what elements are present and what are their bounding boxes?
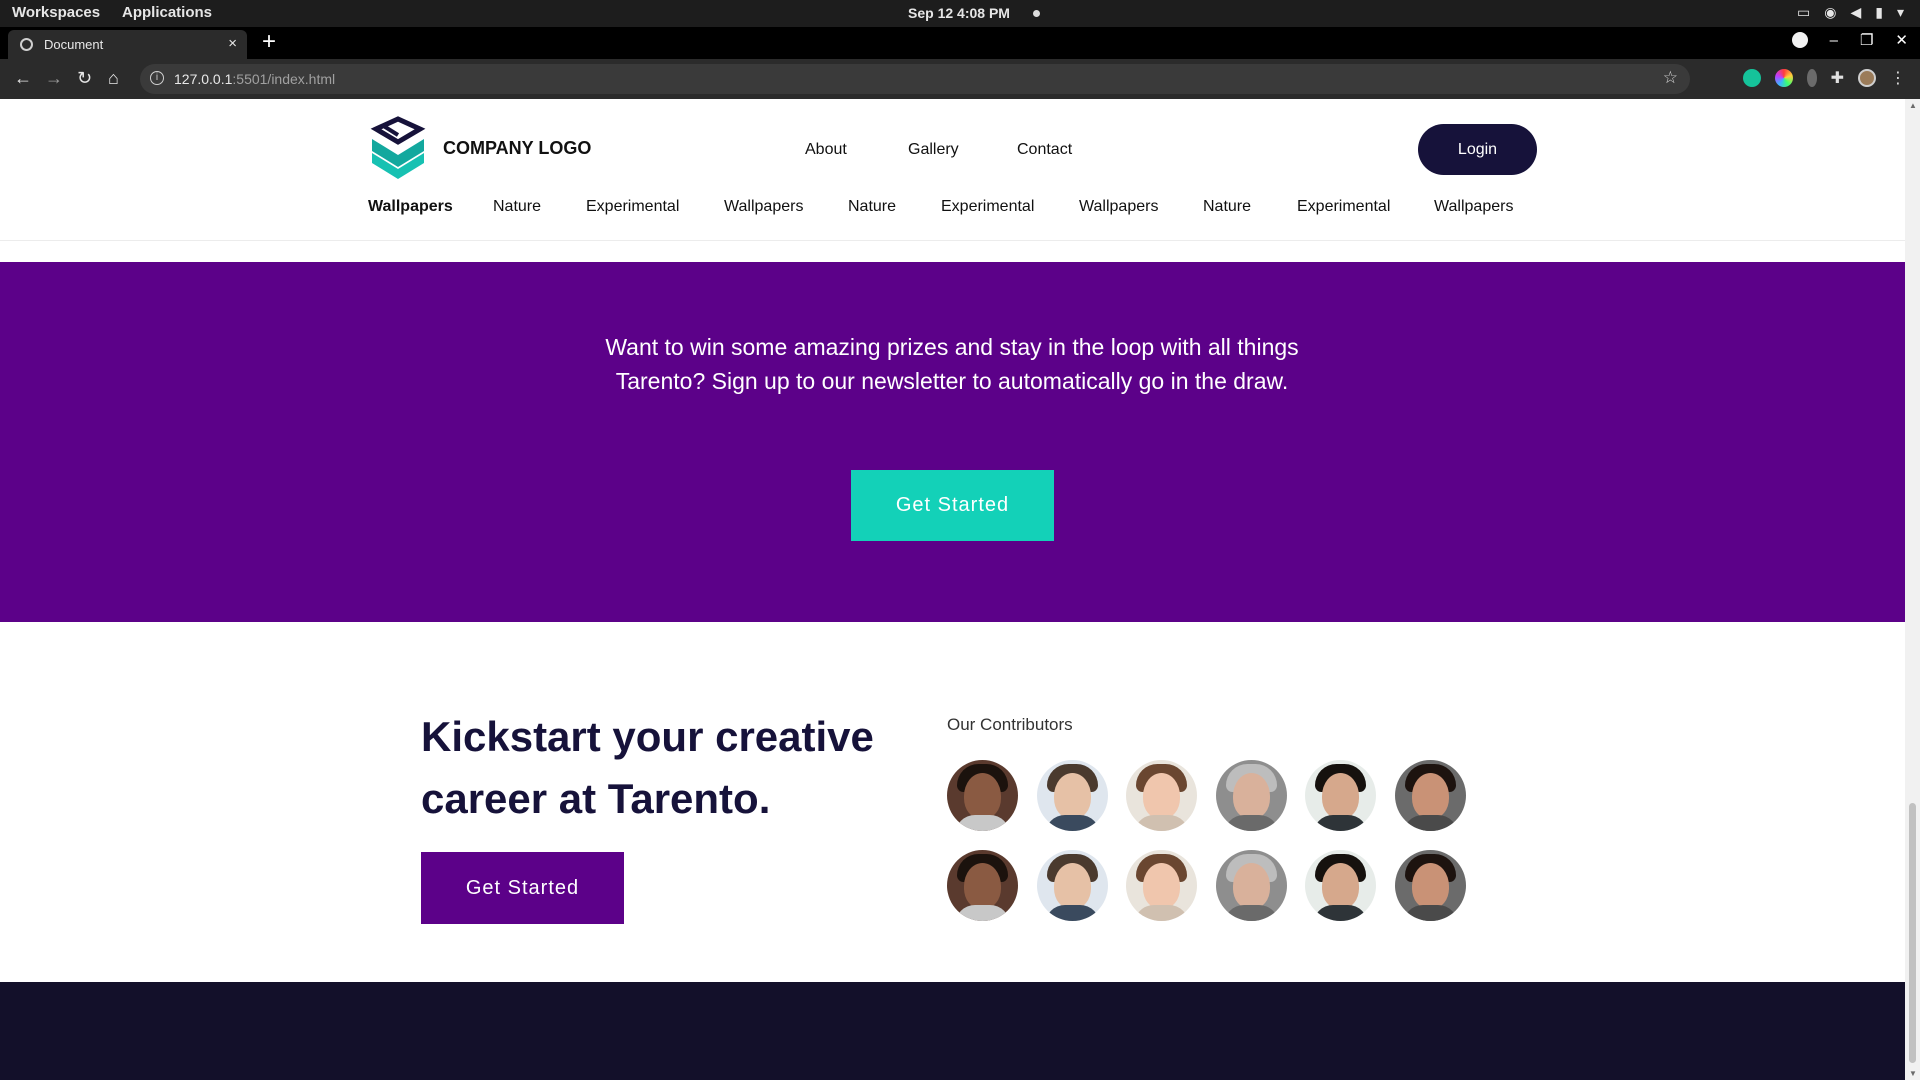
url-host: 127.0.0.1 xyxy=(174,71,233,87)
contributor-avatar[interactable] xyxy=(1305,760,1376,831)
grammarly-icon[interactable] xyxy=(1742,69,1761,87)
page-viewport: COMPANY LOGO About Gallery Contact Login… xyxy=(0,99,1905,1080)
contributor-avatar[interactable] xyxy=(1216,760,1287,831)
address-bar[interactable]: i 127.0.0.1:5501/index.html ☆ xyxy=(140,64,1690,94)
workspaces-menu[interactable]: Workspaces xyxy=(12,4,100,21)
browser-toolbar: ← → ↻ ⌂ i 127.0.0.1:5501/index.html ☆ ✚ … xyxy=(0,59,1920,99)
contributor-avatar[interactable] xyxy=(1305,850,1376,921)
contributor-avatar[interactable] xyxy=(1037,850,1108,921)
back-arrow-icon[interactable]: ← xyxy=(14,68,32,89)
category-item[interactable]: Nature xyxy=(1203,198,1251,216)
logo-text[interactable]: COMPANY LOGO xyxy=(443,138,591,159)
new-tab-button[interactable]: + xyxy=(262,28,276,56)
kickstart-heading: Kickstart your creative career at Tarent… xyxy=(421,713,874,822)
category-item[interactable]: Wallpapers xyxy=(368,198,453,216)
color-extension-icon[interactable] xyxy=(1774,69,1793,87)
contributor-avatar[interactable] xyxy=(947,760,1018,831)
category-item[interactable]: Experimental xyxy=(941,198,1034,216)
scrollbar-thumb[interactable] xyxy=(1909,803,1916,1063)
extension-icon[interactable] xyxy=(1806,69,1817,87)
contributor-avatar[interactable] xyxy=(947,850,1018,921)
company-logo-icon[interactable] xyxy=(368,115,428,181)
clock[interactable]: Sep 12 4:08 PM xyxy=(908,5,1010,21)
category-item[interactable]: Nature xyxy=(848,198,896,216)
contributor-avatar[interactable] xyxy=(1037,760,1108,831)
system-top-bar: Workspaces Applications Sep 12 4:08 PM ▭… xyxy=(0,0,1920,27)
display-icon[interactable]: ▭ xyxy=(1797,4,1810,21)
system-tray[interactable]: ▭ ◉ ◀ ▮ ▾ xyxy=(1797,4,1904,21)
applications-menu[interactable]: Applications xyxy=(122,4,212,21)
newsletter-section: Want to win some amazing prizes and stay… xyxy=(0,262,1905,622)
volume-icon[interactable]: ◀ xyxy=(1850,4,1861,21)
category-item[interactable]: Nature xyxy=(493,198,541,216)
window-controls: – ❐ ✕ xyxy=(1791,31,1908,49)
kickstart-section: Kickstart your creative career at Tarent… xyxy=(0,622,1905,982)
close-window-icon[interactable]: ✕ xyxy=(1895,31,1908,49)
url-path: :5501/index.html xyxy=(232,71,336,87)
globe-icon xyxy=(20,38,33,51)
browser-tab-strip: Document × + – ❐ ✕ xyxy=(0,27,1920,59)
contributor-avatar[interactable] xyxy=(1395,760,1466,831)
scroll-down-arrow-icon[interactable]: ▼ xyxy=(1909,1069,1917,1078)
site-header: COMPANY LOGO About Gallery Contact Login… xyxy=(0,99,1905,241)
battery-icon[interactable]: ▮ xyxy=(1875,4,1883,21)
contributor-avatar[interactable] xyxy=(1126,850,1197,921)
forward-arrow-icon[interactable]: → xyxy=(45,68,63,89)
newsletter-text: Want to win some amazing prizes and stay… xyxy=(605,334,1299,394)
nav-gallery[interactable]: Gallery xyxy=(908,141,959,159)
contributors-title: Our Contributors xyxy=(947,715,1073,734)
browser-tab[interactable]: Document × xyxy=(8,30,247,59)
page-scrollbar[interactable]: ▲ ▼ xyxy=(1905,99,1920,1080)
notification-dot-icon xyxy=(1033,10,1040,17)
nav-contact[interactable]: Contact xyxy=(1017,141,1072,159)
contributor-avatar[interactable] xyxy=(1216,850,1287,921)
site-footer xyxy=(0,982,1905,1080)
nav-about[interactable]: About xyxy=(805,141,847,159)
category-item[interactable]: Experimental xyxy=(586,198,679,216)
account-avatar-icon[interactable] xyxy=(1858,69,1876,87)
category-item[interactable]: Wallpapers xyxy=(1079,198,1158,216)
tab-title: Document xyxy=(44,37,104,52)
category-item[interactable]: Wallpapers xyxy=(1434,198,1513,216)
url-text[interactable]: 127.0.0.1:5501/index.html xyxy=(174,71,335,87)
wifi-icon[interactable]: ◉ xyxy=(1824,4,1836,21)
contributor-avatar[interactable] xyxy=(1395,850,1466,921)
contributor-avatar[interactable] xyxy=(1126,760,1197,831)
puzzle-icon[interactable]: ✚ xyxy=(1831,68,1844,88)
scroll-up-arrow-icon[interactable]: ▲ xyxy=(1909,101,1917,110)
home-icon[interactable]: ⌂ xyxy=(108,68,119,89)
bookmark-star-icon[interactable]: ☆ xyxy=(1663,68,1678,88)
site-info-icon[interactable]: i xyxy=(150,71,164,85)
close-icon[interactable]: × xyxy=(228,35,237,52)
login-button[interactable]: Login xyxy=(1418,124,1537,175)
newsletter-get-started-button[interactable]: Get Started xyxy=(851,470,1054,541)
restore-icon[interactable]: ❐ xyxy=(1860,31,1873,49)
kickstart-get-started-button[interactable]: Get Started xyxy=(421,852,624,924)
reload-icon[interactable]: ↻ xyxy=(77,68,92,89)
kebab-menu-icon[interactable]: ⋮ xyxy=(1890,68,1906,88)
minimize-icon[interactable]: – xyxy=(1830,32,1838,49)
category-item[interactable]: Experimental xyxy=(1297,198,1390,216)
chevron-down-icon[interactable]: ▾ xyxy=(1897,4,1904,21)
category-item[interactable]: Wallpapers xyxy=(724,198,803,216)
extensions-area: ✚ ⋮ xyxy=(1742,68,1906,88)
profile-icon[interactable] xyxy=(1791,32,1808,48)
